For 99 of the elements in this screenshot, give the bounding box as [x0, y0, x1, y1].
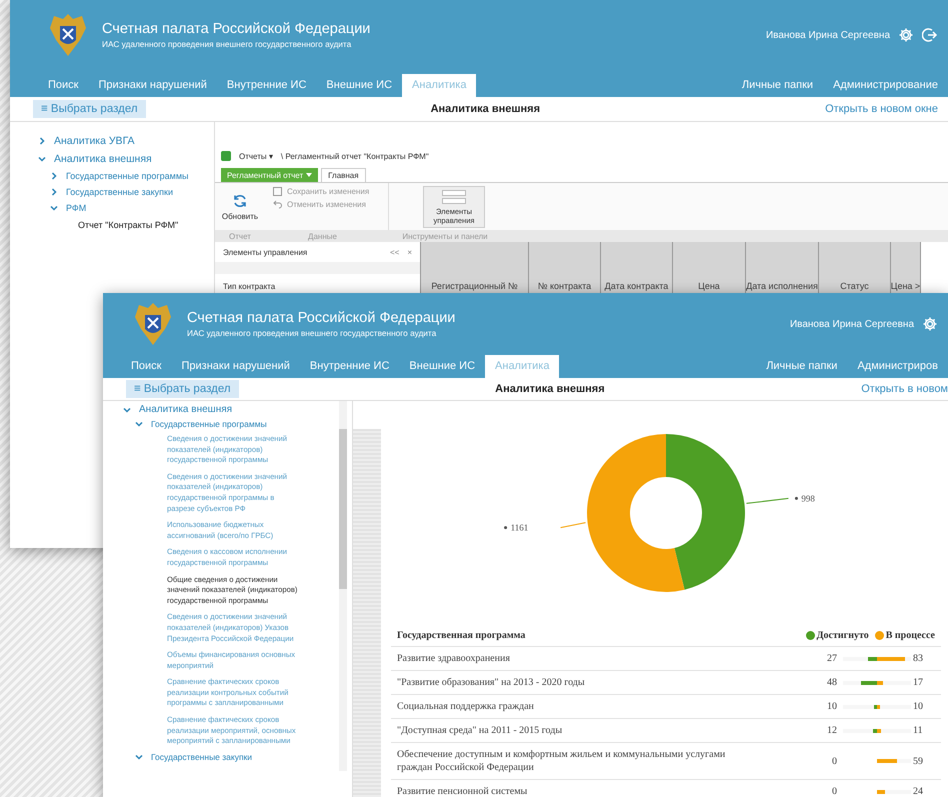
nav-tab[interactable]: Аналитика — [402, 74, 476, 97]
choose-section-button[interactable]: ≡ Выбрать раздел — [33, 100, 146, 118]
tree-item[interactable]: Государственные программы — [66, 171, 188, 181]
data-label: 998 — [801, 493, 815, 504]
leader-line — [746, 498, 789, 504]
column-header[interactable]: Регистрационный № — [421, 242, 529, 293]
column-header[interactable]: Цена — [673, 242, 746, 293]
settings-icon[interactable] — [922, 316, 938, 332]
chevron-down-icon[interactable] — [135, 752, 143, 761]
tree-item[interactable]: Государственные закупки — [151, 752, 252, 762]
program-name: "Развитие образования" на 2013 - 2020 годы — [397, 676, 586, 689]
save-icon — [273, 187, 282, 196]
logout-icon[interactable] — [922, 27, 938, 43]
achieved-count: 48 — [826, 677, 837, 688]
legend-label: В процессе — [886, 630, 935, 640]
user-name: Иванова Ирина Сергеевна — [790, 318, 914, 330]
nav-tab[interactable]: Внутренние ИС — [216, 74, 316, 97]
data-label: 1161 — [510, 522, 528, 533]
program-name: "Доступная среда" на 2011 - 2015 годы — [397, 724, 564, 737]
nav-tab[interactable]: Признаки нарушений — [171, 355, 300, 378]
program-name: Обеспечение доступным и комфортным жильем и коммунальными услугами граждан Российской Федерации — [397, 748, 726, 774]
nav-tab[interactable]: Поиск — [38, 74, 88, 97]
app-icon — [221, 151, 231, 161]
undo-icon — [273, 200, 282, 209]
refresh-button[interactable]: Обновить — [215, 183, 265, 230]
chevron-down-icon[interactable] — [135, 420, 143, 428]
chevron-right-icon[interactable] — [38, 137, 46, 145]
bullet-icon — [504, 526, 508, 530]
in-progress-count: 24 — [912, 786, 924, 797]
chevron-right-icon[interactable] — [50, 172, 58, 180]
caret-icon — [306, 173, 312, 177]
tree-item[interactable]: Аналитика внешняя — [54, 153, 152, 165]
nav-tab[interactable]: Внешние ИС — [399, 355, 486, 378]
nav-tab[interactable]: Внутренние ИС — [300, 355, 400, 378]
panel-control[interactable]: << — [390, 248, 400, 256]
leader-line — [560, 522, 586, 528]
tree-item[interactable]: Государственные программы — [151, 419, 267, 429]
open-new-window-link[interactable]: Открыть в новом окне — [825, 103, 938, 115]
nav-tab[interactable]: Признаки нарушений — [88, 74, 217, 97]
ribbon-group-label: Инструменты и панели — [401, 230, 489, 242]
achieved-count: 12 — [826, 725, 837, 736]
app-title: Счетная палата Российской Федерации — [102, 21, 370, 37]
program-name: Социальная поддержка граждан — [397, 700, 535, 713]
controls-icon — [442, 190, 466, 204]
column-header[interactable]: Статус — [819, 242, 891, 293]
in-progress-count: 11 — [912, 725, 924, 736]
reports-menu[interactable]: Отчеты ▾ — [239, 152, 273, 160]
tree-item[interactable]: Аналитика УВГА — [54, 135, 135, 147]
nav-tab[interactable]: Поиск — [121, 355, 172, 378]
nav-tab[interactable]: Аналитика — [485, 355, 560, 378]
column-header[interactable]: № контракта — [529, 242, 601, 293]
tree-item[interactable]: РФМ — [66, 203, 86, 213]
column-header[interactable]: Дата исполнения — [746, 242, 819, 293]
ribbon-tab[interactable]: Главная — [321, 168, 366, 182]
in-progress-count: 17 — [912, 677, 924, 688]
achieved-count: 0 — [831, 756, 837, 766]
report-path: \ Регламентный отчет "Контракты РФМ" — [280, 152, 429, 160]
in-progress-count: 59 — [912, 756, 924, 766]
nav-tab[interactable]: Администрирование — [823, 74, 948, 97]
page-title: Аналитика внешняя — [430, 103, 542, 115]
page-title: Аналитика внешняя — [494, 383, 606, 395]
refresh-icon — [232, 192, 248, 208]
legend-label: Достигнуто — [816, 630, 869, 640]
achieved-count: 27 — [826, 653, 837, 664]
achieved-count: 10 — [826, 701, 837, 712]
program-name: Развитие пенсионной системы — [397, 785, 528, 797]
tree-link[interactable]: Отчет "Контракты РФМ" — [62, 216, 214, 234]
filter-label: Тип контракта — [223, 282, 276, 291]
ribbon-group-label: Данные — [307, 230, 338, 242]
app-subtitle: ИАС удаленного проведения внешнего государственного аудита — [187, 328, 438, 338]
chevron-right-icon[interactable] — [50, 188, 58, 196]
chevron-down-icon[interactable] — [38, 155, 46, 163]
chevron-down-icon[interactable] — [123, 406, 131, 414]
nav-tab[interactable]: Личные папки — [732, 74, 824, 97]
user-name: Иванова Ирина Сергеевна — [766, 30, 890, 40]
open-new-window-link[interactable]: Открыть в новом — [861, 383, 948, 395]
program-name: Развитие здравоохранения — [397, 652, 511, 665]
choose-section-button[interactable]: ≡ Выбрать раздел — [126, 380, 239, 398]
in-progress-count: 83 — [912, 653, 924, 664]
tree-item[interactable]: Государственные закупки — [66, 187, 173, 197]
nav-tab[interactable]: Внешние ИС — [316, 74, 402, 97]
column-header[interactable]: Цена > — [891, 242, 921, 293]
column-header[interactable]: Дата контракта — [601, 242, 673, 293]
nav-tab[interactable]: Администриров — [847, 355, 948, 378]
column-header: Государственная программа — [397, 630, 526, 640]
bullet-icon — [794, 496, 798, 500]
panel-control[interactable]: × — [407, 248, 412, 256]
report-menu-button[interactable]: Регламентный отчет — [221, 168, 318, 182]
scrollbar[interactable] — [339, 401, 347, 771]
settings-icon[interactable] — [898, 27, 914, 43]
panel-title: Элементы управления — [223, 248, 308, 256]
app-subtitle: ИАС удаленного проведения внешнего государственного аудита — [102, 39, 352, 49]
achieved-count: 0 — [831, 786, 837, 797]
tree-item[interactable]: Аналитика внешняя — [139, 404, 232, 415]
in-progress-count: 10 — [912, 701, 924, 712]
nav-tab[interactable]: Личные папки — [756, 355, 848, 378]
ribbon-group-label: Отчет — [228, 230, 252, 242]
app-title: Счетная палата Российской Федерации — [187, 310, 456, 326]
chevron-down-icon[interactable] — [50, 204, 58, 212]
